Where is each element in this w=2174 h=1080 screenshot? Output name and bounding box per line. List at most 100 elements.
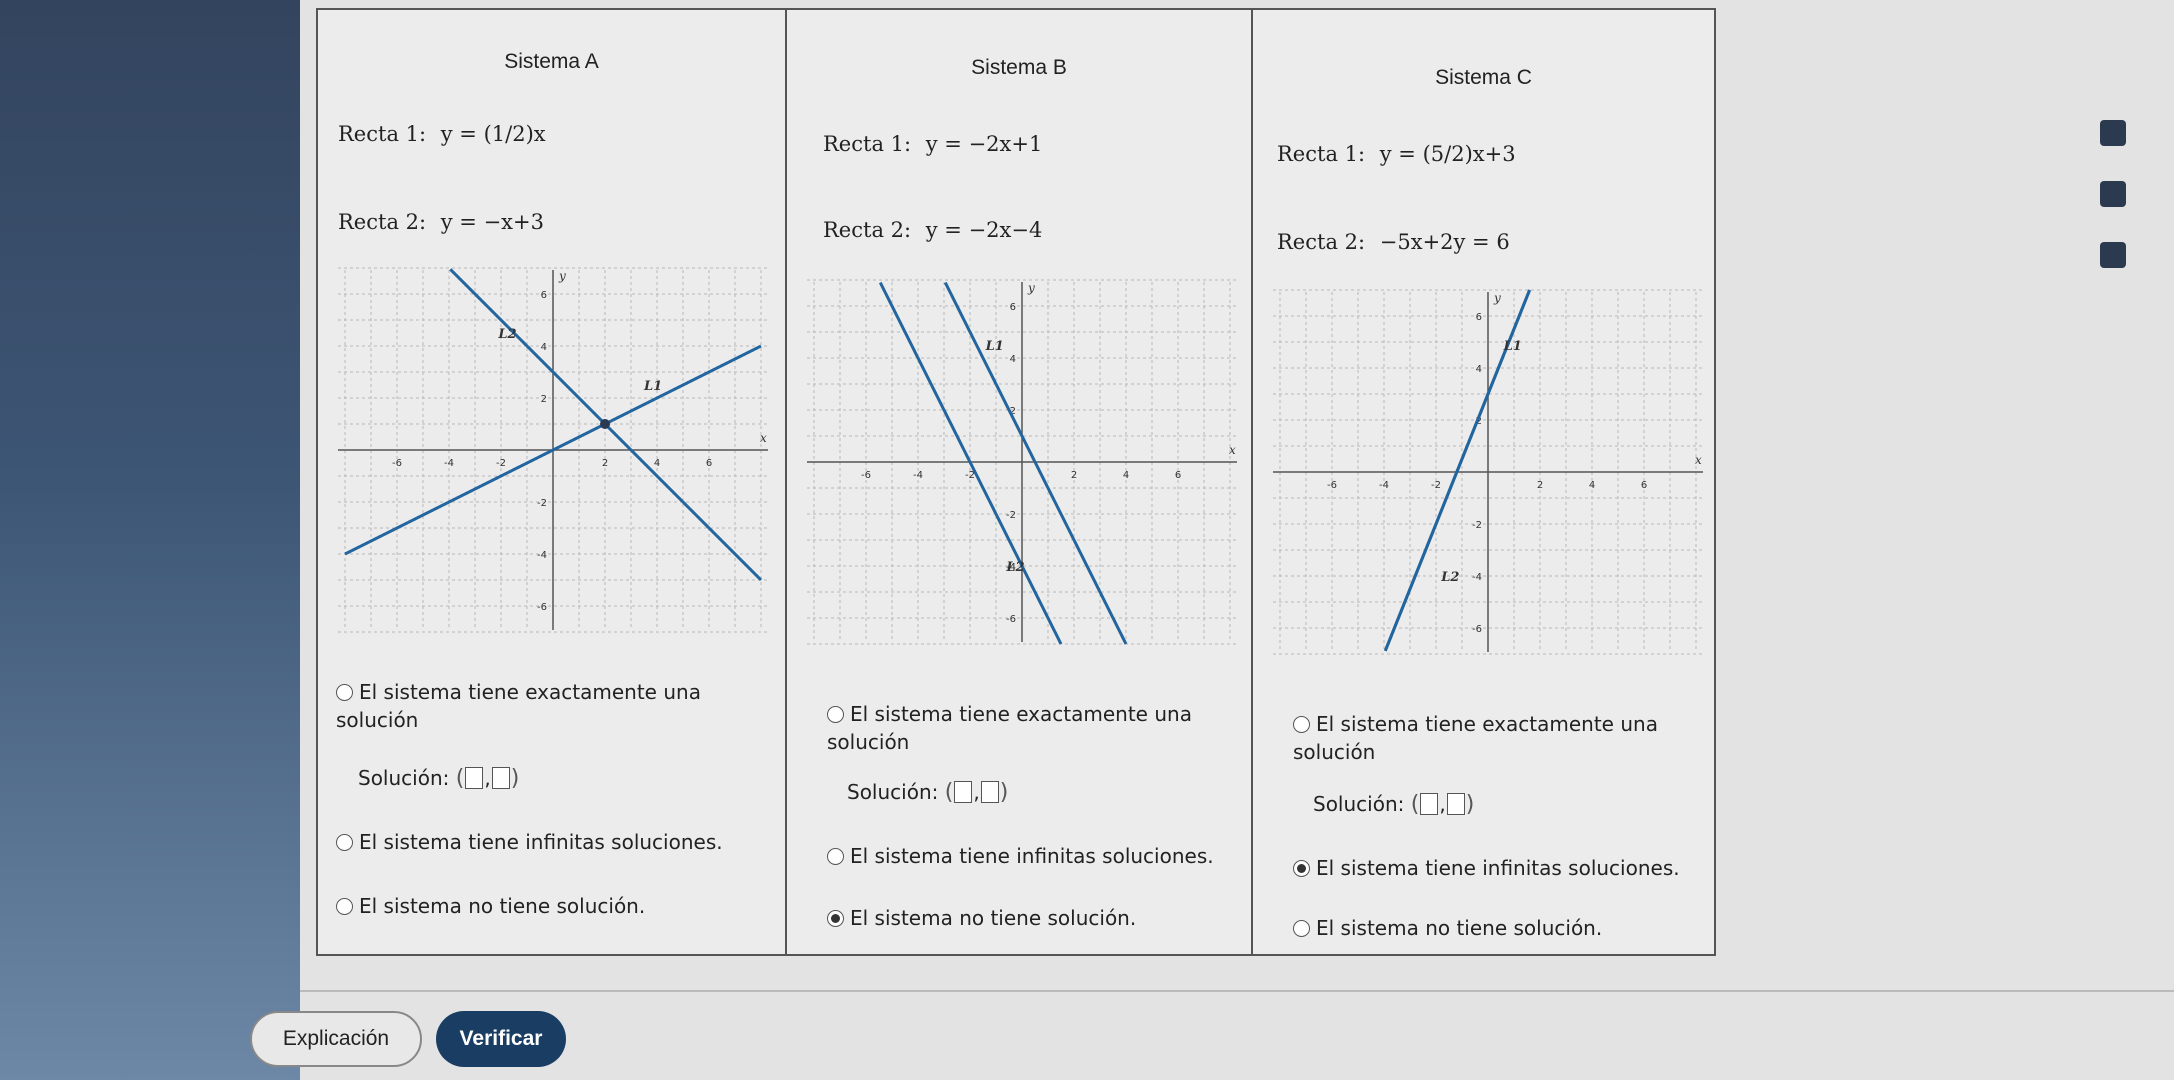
x-tick-label: -2 (1431, 480, 1441, 491)
system-b-title: Sistema B (971, 56, 1067, 79)
systems-table: Sistema A Recta 1: y = (1/2)x Recta 2: y… (316, 8, 1716, 956)
y-tick-label: 6 (1476, 312, 1482, 323)
system-b-option-one[interactable]: El sistema tiene exactamente una solució… (827, 700, 1231, 756)
system-a-line1: Recta 1: y = (1/2)x (338, 122, 546, 146)
table-icon[interactable] (2100, 120, 2126, 146)
x-axis-label: x (760, 431, 767, 445)
series-line-1 (943, 281, 1128, 645)
system-a-option-none[interactable]: El sistema no tiene solución. (336, 892, 765, 920)
x-tick-label: -2 (496, 458, 506, 469)
solution-x-input[interactable] (1420, 793, 1439, 815)
y-tick-label: 6 (541, 290, 547, 301)
system-b-option-none[interactable]: El sistema no tiene solución. (827, 904, 1231, 932)
radio-none-c[interactable] (1293, 920, 1310, 937)
line2-equation: −5x+2y = 6 (1379, 230, 1510, 254)
x-tick-label: -6 (1327, 480, 1337, 491)
x-tick-label: 6 (1175, 470, 1181, 481)
system-c-option-one[interactable]: El sistema tiene exactamente una solució… (1293, 710, 1694, 766)
radio-none-a[interactable] (336, 898, 353, 915)
radio-none-b[interactable] (827, 910, 844, 927)
x-tick-label: 4 (654, 458, 660, 469)
x-tick-label: -4 (1379, 480, 1389, 491)
x-tick-label: -6 (392, 458, 402, 469)
footer-divider (300, 990, 2174, 992)
y-tick-label: -6 (1006, 614, 1016, 625)
system-c-option-none[interactable]: El sistema no tiene solución. (1293, 914, 1694, 942)
line1-equation: y = −2x+1 (925, 132, 1043, 156)
line2-equation: y = −x+3 (440, 210, 544, 234)
option-one-label: El sistema tiene exactamente una solució… (336, 680, 701, 732)
system-a-option-one[interactable]: El sistema tiene exactamente una solució… (336, 678, 765, 734)
solution-y-input[interactable] (980, 781, 999, 803)
side-toolbar (2100, 120, 2130, 303)
x-axis-label: x (1695, 453, 1702, 467)
y-tick-label: -2 (1472, 520, 1482, 531)
system-c-solution: Solución: (,) (1313, 792, 1475, 817)
x-tick-label: 2 (1537, 480, 1543, 491)
option-one-label: El sistema tiene exactamente una solució… (827, 702, 1192, 754)
system-b-option-infinite[interactable]: El sistema tiene infinitas soluciones. (827, 842, 1231, 870)
y-axis-label: y (1027, 281, 1035, 295)
solution-x-input[interactable] (954, 781, 973, 803)
system-a-line2: Recta 2: y = −x+3 (338, 210, 544, 234)
y-tick-label: 4 (541, 342, 547, 353)
line2-label: Recta 2: (338, 210, 427, 234)
graph-icon[interactable] (2100, 181, 2126, 207)
system-c-option-infinite[interactable]: El sistema tiene infinitas soluciones. (1293, 854, 1694, 882)
radio-infinite-b[interactable] (827, 848, 844, 865)
line-label-l2: L2 (1005, 560, 1024, 575)
system-c-title: Sistema C (1435, 66, 1532, 89)
explain-button[interactable]: Explicación (250, 1011, 422, 1067)
y-tick-label: -2 (1006, 510, 1016, 521)
system-b-graph: -6-6-4-4-2-2224466xyL1L2 (807, 279, 1237, 645)
system-c-line1: Recta 1: y = (5/2)x+3 (1277, 142, 1516, 166)
y-tick-label: 6 (1010, 302, 1016, 313)
radio-one-c[interactable] (1293, 716, 1310, 733)
solution-y-input[interactable] (491, 767, 510, 789)
system-a-column: Sistema A Recta 1: y = (1/2)x Recta 2: y… (318, 10, 785, 954)
system-b-line1: Recta 1: y = −2x+1 (823, 132, 1042, 156)
y-tick-label: 2 (541, 394, 547, 405)
line1-label: Recta 1: (823, 132, 912, 156)
system-a-graph: -6 -6 -4 -4 -2 -2 2 2 4 4 6 6 x y L1 L2 (338, 267, 768, 633)
system-b-line2: Recta 2: y = −2x−4 (823, 218, 1042, 242)
x-tick-label: -4 (444, 458, 454, 469)
system-b-solution: Solución: (,) (847, 780, 1009, 805)
x-axis-label: x (1229, 443, 1236, 457)
system-c-column: Sistema C Recta 1: y = (5/2)x+3 Recta 2:… (1251, 10, 1714, 954)
option-one-label: El sistema tiene exactamente una solució… (1293, 712, 1658, 764)
system-a-solution: Solución: (,) (358, 766, 520, 791)
system-a-title: Sistema A (504, 50, 599, 73)
solution-x-input[interactable] (465, 767, 484, 789)
line-label-l2: L2 (1440, 570, 1459, 585)
radio-infinite-c[interactable] (1293, 860, 1310, 877)
verify-button[interactable]: Verificar (436, 1011, 566, 1067)
radio-one-a[interactable] (336, 684, 353, 701)
option-none-label: El sistema no tiene solución. (1316, 916, 1603, 940)
x-tick-label: 4 (1589, 480, 1595, 491)
solution-label: Solución: (1313, 792, 1405, 816)
solution-y-input[interactable] (1446, 793, 1465, 815)
x-tick-label: 4 (1123, 470, 1129, 481)
system-a-option-infinite[interactable]: El sistema tiene infinitas soluciones. (336, 828, 765, 856)
solution-label: Solución: (358, 766, 450, 790)
y-axis-label: y (1493, 291, 1501, 305)
y-tick-label: -4 (537, 550, 547, 561)
line1-equation: y = (5/2)x+3 (1379, 142, 1516, 166)
line2-equation: y = −2x−4 (925, 218, 1043, 242)
y-tick-label: -6 (1472, 624, 1482, 635)
line2-label: Recta 2: (1277, 230, 1366, 254)
line-label-l1: L1 (1503, 339, 1522, 354)
mail-icon[interactable] (2100, 242, 2126, 268)
line-label-l1: L1 (643, 379, 662, 394)
radio-infinite-a[interactable] (336, 834, 353, 851)
line1-equation: y = (1/2)x (440, 122, 546, 146)
solution-label: Solución: (847, 780, 939, 804)
system-c-graph: -6-6-4-4-2-2224466xyL1L2 (1273, 289, 1703, 655)
y-tick-label: -6 (537, 602, 547, 613)
x-tick-label: 6 (706, 458, 712, 469)
option-infinite-label: El sistema tiene infinitas soluciones. (1316, 856, 1680, 880)
line-label-l1: L1 (985, 339, 1004, 354)
radio-one-b[interactable] (827, 706, 844, 723)
line1-label: Recta 1: (1277, 142, 1366, 166)
